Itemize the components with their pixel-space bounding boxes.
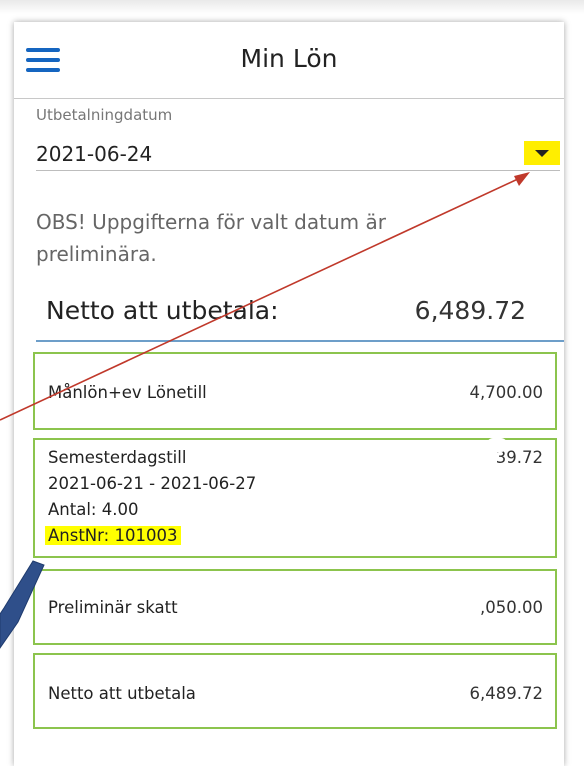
callout-arrow <box>0 560 45 649</box>
screen: Min Lön Utbetalningdatum 2021-06-24 OBS!… <box>0 0 584 766</box>
annotation-arrow-line <box>0 177 521 421</box>
annotation-arrowhead <box>514 172 530 186</box>
annotation-overlay <box>0 172 530 649</box>
